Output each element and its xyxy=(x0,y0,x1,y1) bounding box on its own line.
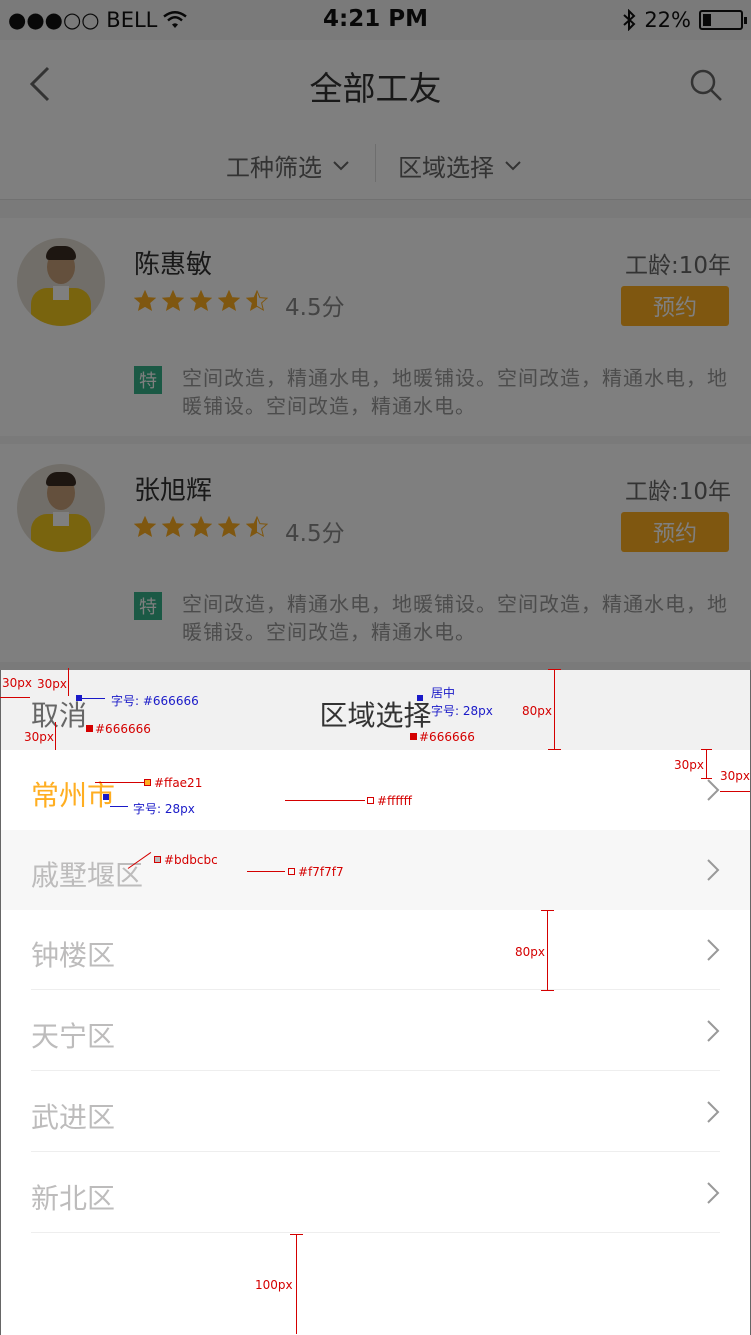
spec-row-bg-shaded: #f7f7f7 xyxy=(298,865,344,879)
row-divider xyxy=(31,1151,720,1152)
spec-bottom-padding: 100px xyxy=(255,1278,293,1292)
chevron-right-icon xyxy=(707,779,720,801)
area-item-label: 戚墅堰区 xyxy=(31,859,144,892)
area-select-sheet: 取消 区域选择 常州市 戚墅堰区 钟楼区 天宁区 武进区 新北区 xyxy=(0,670,751,1335)
row-divider xyxy=(31,1070,720,1071)
area-item[interactable]: 新北区 xyxy=(1,1153,750,1233)
spec-margin-bottom: 30px xyxy=(24,730,54,744)
row-divider xyxy=(31,989,720,990)
spec-active-font: 字号: 28px xyxy=(133,802,195,816)
spec-chevron-top: 30px xyxy=(674,758,704,772)
area-item-label: 新北区 xyxy=(31,1182,116,1215)
area-item-label: 钟楼区 xyxy=(31,939,116,972)
spec-margin-left: 30px xyxy=(2,676,32,690)
spec-margin-top: 30px xyxy=(37,677,67,691)
spec-cancel-color: #666666 xyxy=(95,722,151,736)
modal-backdrop[interactable] xyxy=(0,0,751,670)
row-divider xyxy=(31,1232,720,1233)
spec-row-height: 80px xyxy=(515,945,545,959)
spec-active-color: #ffae21 xyxy=(154,776,203,790)
area-item[interactable]: 钟楼区 xyxy=(1,910,750,990)
spec-chevron-right: 30px xyxy=(720,769,750,783)
spec-title-font: 字号: 28px xyxy=(431,704,493,718)
spec-title-center: 居中 xyxy=(431,686,456,700)
spec-cancel-font: 字号: #666666 xyxy=(111,694,199,708)
spec-row-bg-white: #ffffff xyxy=(377,794,412,808)
area-item[interactable]: 戚墅堰区 xyxy=(1,830,750,910)
spec-header-height: 80px xyxy=(522,704,552,718)
spec-title-color: #666666 xyxy=(419,730,475,744)
area-item-label: 天宁区 xyxy=(31,1020,116,1053)
sheet-header: 取消 区域选择 xyxy=(1,670,750,750)
chevron-right-icon xyxy=(707,859,720,881)
area-item[interactable]: 武进区 xyxy=(1,1072,750,1152)
area-item[interactable]: 天宁区 xyxy=(1,991,750,1071)
spec-label-color: #bdbcbc xyxy=(164,853,218,867)
area-item[interactable]: 常州市 xyxy=(1,750,750,830)
chevron-right-icon xyxy=(707,939,720,961)
chevron-right-icon xyxy=(707,1182,720,1204)
chevron-right-icon xyxy=(707,1101,720,1123)
chevron-right-icon xyxy=(707,1020,720,1042)
area-item-label: 武进区 xyxy=(31,1101,116,1134)
